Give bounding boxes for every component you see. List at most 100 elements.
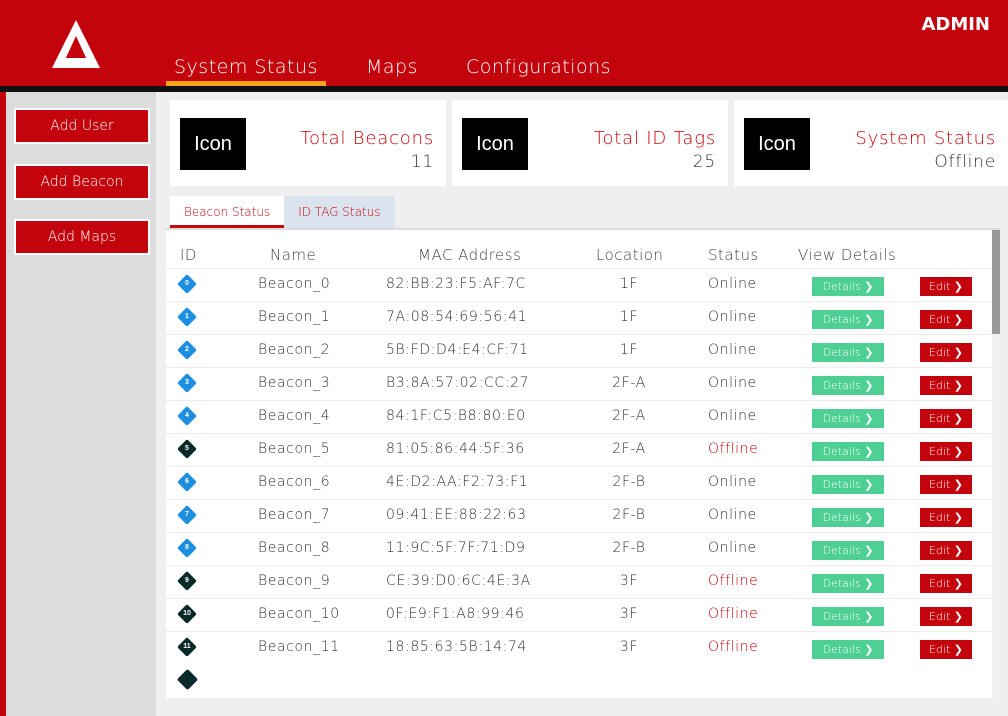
tab-id-tag-status[interactable]: ID TAG Status	[284, 196, 395, 228]
add-user-button[interactable]: Add User	[14, 108, 150, 144]
details-button[interactable]: Details ❯	[812, 277, 884, 296]
card-title: Total Beacons	[300, 128, 434, 149]
beacon-id: 11	[183, 643, 191, 650]
details-button[interactable]: Details ❯	[812, 508, 884, 527]
details-button[interactable]: Details ❯	[812, 442, 884, 461]
details-button[interactable]: Details ❯	[812, 310, 884, 329]
details-button[interactable]: Details ❯	[812, 409, 884, 428]
beacon-mac: 18:85:63:5B:14:74	[386, 639, 527, 655]
table-row: 8 Beacon_8 11:9C:5F:7F:71:D9 2F-B Online Deta…	[166, 532, 992, 565]
header-view-details: View Details	[798, 246, 897, 264]
admin-label[interactable]: ADMIN	[921, 14, 990, 35]
beacon-name: Beacon_11	[258, 639, 340, 655]
details-button[interactable]: Details ❯	[812, 541, 884, 560]
header-name: Name	[270, 246, 317, 264]
beacon-id: 8	[185, 544, 189, 551]
beacon-status: Online	[708, 507, 757, 523]
table-row: 7 Beacon_7 09:41:EE:88:22:63 2F-B Online Deta…	[166, 499, 992, 532]
beacon-status: Online	[708, 276, 757, 292]
edit-button[interactable]: Edit ❯	[920, 376, 972, 395]
beacon-status: Offline	[708, 441, 759, 457]
details-button[interactable]: Details ❯	[812, 607, 884, 626]
add-maps-button[interactable]: Add Maps	[14, 219, 150, 255]
details-button[interactable]: Details ❯	[812, 640, 884, 659]
beacon-mac: 5B:FD:D4:E4:CF:71	[386, 342, 529, 358]
beacon-id: 1	[185, 313, 189, 320]
scroll-thumb[interactable]	[992, 230, 1000, 334]
edit-button[interactable]: Edit ❯	[920, 343, 972, 362]
subtabs: Beacon Status ID TAG Status	[170, 196, 395, 228]
card-value: Offline	[934, 152, 996, 172]
beacon-id: 9	[185, 577, 189, 584]
total-id-tags-card: Icon Total ID Tags 25	[452, 100, 728, 186]
details-button[interactable]: Details ❯	[812, 376, 884, 395]
beacon-status: Online	[708, 474, 757, 490]
logo-icon	[52, 20, 100, 68]
header-location: Location	[596, 246, 664, 264]
beacon-mac: 4E:D2:AA:F2:73:F1	[386, 474, 529, 490]
edit-button[interactable]: Edit ❯	[920, 277, 972, 296]
beacon-mac: B3:8A:57:02:CC:27	[386, 375, 530, 391]
beacon-mac: 09:41:EE:88:22:63	[386, 507, 527, 523]
edit-button[interactable]: Edit ❯	[920, 607, 972, 626]
table-scrollbar[interactable]	[992, 230, 1000, 700]
add-beacon-button[interactable]: Add Beacon	[14, 164, 150, 200]
total-beacons-card: Icon Total Beacons 11	[170, 100, 446, 186]
table-row: 0 Beacon_0 82:BB:23:F5:AF:7C 1F Online Detail…	[166, 268, 992, 301]
beacon-name: Beacon_7	[258, 507, 331, 523]
beacon-name: Beacon_5	[258, 441, 331, 457]
edit-button[interactable]: Edit ❯	[920, 574, 972, 593]
tab-system-status[interactable]: System Status	[166, 52, 326, 86]
tab-beacon-status[interactable]: Beacon Status	[170, 196, 285, 228]
beacon-location: 2F-A	[612, 441, 646, 457]
beacon-mac: 84:1F:C5:B8:80:E0	[386, 408, 526, 424]
beacons-icon: Icon	[180, 118, 246, 170]
beacon-name: Beacon_1	[258, 309, 331, 325]
beacon-name: Beacon_9	[258, 573, 331, 589]
beacon-mac: 7A:08:54:69:56:41	[386, 309, 528, 325]
beacon-id: 6	[185, 478, 189, 485]
beacon-status: Online	[708, 309, 757, 325]
beacon-id: 2	[185, 346, 189, 353]
edit-button[interactable]: Edit ❯	[920, 541, 972, 560]
header-mac: MAC Address	[418, 246, 522, 264]
beacon-name: Beacon_4	[258, 408, 331, 424]
beacon-name: Beacon_6	[258, 474, 331, 490]
beacon-status: Online	[708, 540, 757, 556]
table-row: 6 Beacon_6 4E:D2:AA:F2:73:F1 2F-B Online Deta…	[166, 466, 992, 499]
beacon-location: 3F	[619, 573, 639, 589]
edit-button[interactable]: Edit ❯	[920, 640, 972, 659]
sidebar: Add User Add Beacon Add Maps	[0, 92, 156, 716]
edit-button[interactable]: Edit ❯	[920, 310, 972, 329]
beacon-location: 2F-A	[612, 375, 646, 391]
header-status: Status	[708, 246, 759, 264]
table-header: ID Name MAC Address Location Status View…	[166, 230, 992, 268]
beacon-status: Online	[708, 375, 757, 391]
beacon-id: 3	[185, 379, 189, 386]
beacon-location: 1F	[619, 342, 639, 358]
card-value: 25	[692, 152, 716, 172]
table-row: 2 Beacon_2 5B:FD:D4:E4:CF:71 1F Online Detail…	[166, 334, 992, 367]
tab-configurations[interactable]: Configurations	[458, 52, 619, 86]
details-button[interactable]: Details ❯	[812, 475, 884, 494]
beacon-location: 1F	[619, 309, 639, 325]
beacon-diamond-icon	[176, 668, 199, 691]
edit-button[interactable]: Edit ❯	[920, 508, 972, 527]
main-content: Icon Total Beacons 11 Icon Total ID Tags…	[156, 92, 1008, 716]
system-status-card: Icon System Status Offline	[734, 100, 1008, 186]
edit-button[interactable]: Edit ❯	[920, 409, 972, 428]
beacon-mac: 0F:E9:F1:A8:99:46	[386, 606, 525, 622]
beacon-id: 5	[185, 445, 189, 452]
beacon-name: Beacon_8	[258, 540, 331, 556]
beacon-location: 2F-B	[612, 474, 646, 490]
edit-button[interactable]: Edit ❯	[920, 442, 972, 461]
card-title: System Status	[855, 128, 996, 149]
edit-button[interactable]: Edit ❯	[920, 475, 972, 494]
beacon-id: 0	[185, 280, 189, 287]
card-value: 11	[410, 152, 434, 172]
table-row: 4 Beacon_4 84:1F:C5:B8:80:E0 2F-A Online Deta…	[166, 400, 992, 433]
details-button[interactable]: Details ❯	[812, 343, 884, 362]
details-button[interactable]: Details ❯	[812, 574, 884, 593]
card-title: Total ID Tags	[593, 128, 716, 149]
tab-maps[interactable]: Maps	[358, 52, 426, 86]
